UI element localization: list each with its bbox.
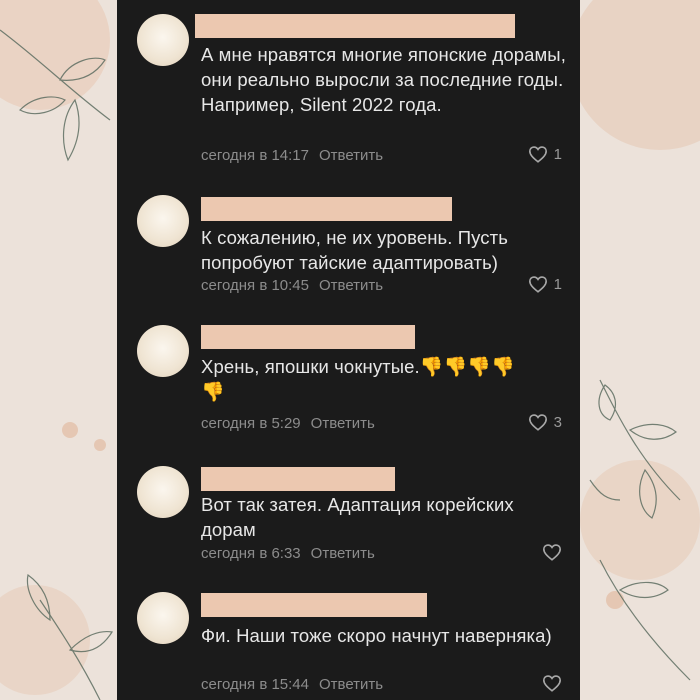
like-button[interactable] — [542, 543, 562, 561]
comment-text: Фи. Наши тоже скоро начнут наверняка) — [201, 625, 552, 646]
thumbs-down-emoji: 👎 — [443, 357, 468, 378]
like-button[interactable]: 1 — [528, 275, 562, 293]
author-name-redacted[interactable] — [201, 325, 415, 349]
heart-outline-icon — [542, 544, 562, 561]
thumbs-down-emoji: 👎 — [491, 357, 515, 378]
comment-text: Вот так затея. Адаптация корейских дорам — [201, 494, 514, 540]
author-name-redacted[interactable] — [201, 467, 395, 491]
comment-text: К сожалению, не их уровень. Пусть попроб… — [201, 227, 508, 273]
thumbs-down-emoji: 👎 — [467, 357, 492, 378]
avatar[interactable] — [137, 466, 189, 518]
heart-outline-icon — [528, 276, 547, 293]
author-name-redacted[interactable] — [201, 197, 452, 221]
comment-meta: сегодня в 5:29 Ответить — [201, 415, 375, 432]
comment-text-content: Хрень, япошки чокнутые. — [201, 356, 420, 377]
like-button[interactable]: 3 — [528, 413, 562, 431]
comment-meta: сегодня в 14:17 Ответить — [201, 147, 383, 164]
reply-button[interactable]: Ответить — [319, 277, 383, 294]
like-count: 1 — [553, 145, 562, 163]
comment-time: сегодня в 6:33 — [201, 545, 301, 562]
heart-outline-icon — [542, 675, 562, 692]
author-name-redacted[interactable] — [195, 14, 515, 38]
reply-button[interactable]: Ответить — [311, 545, 375, 562]
avatar[interactable] — [137, 195, 189, 247]
comment-text: Хрень, япошки чокнутые.👎👎👎👎 👎 — [201, 354, 571, 404]
comment-text: А мне нравятся многие японские дорамы, о… — [201, 44, 566, 115]
heart-outline-icon — [528, 414, 547, 431]
comments-panel: А мне нравятся многие японские дорамы, о… — [117, 0, 580, 700]
heart-outline-icon — [528, 146, 547, 163]
thumbs-down-emoji: 👎 — [419, 357, 444, 378]
like-count: 3 — [553, 413, 562, 431]
comment-time: сегодня в 14:17 — [201, 147, 309, 164]
comment-meta: сегодня в 15:44 Ответить — [201, 676, 383, 693]
avatar[interactable] — [137, 592, 189, 644]
comment-meta: сегодня в 10:45 Ответить — [201, 277, 383, 294]
like-button[interactable]: 1 — [528, 145, 562, 163]
avatar[interactable] — [137, 14, 189, 66]
like-count: 1 — [553, 275, 562, 293]
comment-meta: сегодня в 6:33 Ответить — [201, 545, 375, 562]
reply-button[interactable]: Ответить — [319, 676, 383, 693]
comment-time: сегодня в 15:44 — [201, 676, 309, 693]
like-button[interactable] — [542, 674, 562, 692]
comment-time: сегодня в 5:29 — [201, 415, 301, 432]
comment-time: сегодня в 10:45 — [201, 277, 309, 294]
author-name-redacted[interactable] — [201, 593, 427, 617]
avatar[interactable] — [137, 325, 189, 377]
thumbs-down-emoji: 👎 — [201, 382, 225, 403]
reply-button[interactable]: Ответить — [311, 415, 375, 432]
reply-button[interactable]: Ответить — [319, 147, 383, 164]
